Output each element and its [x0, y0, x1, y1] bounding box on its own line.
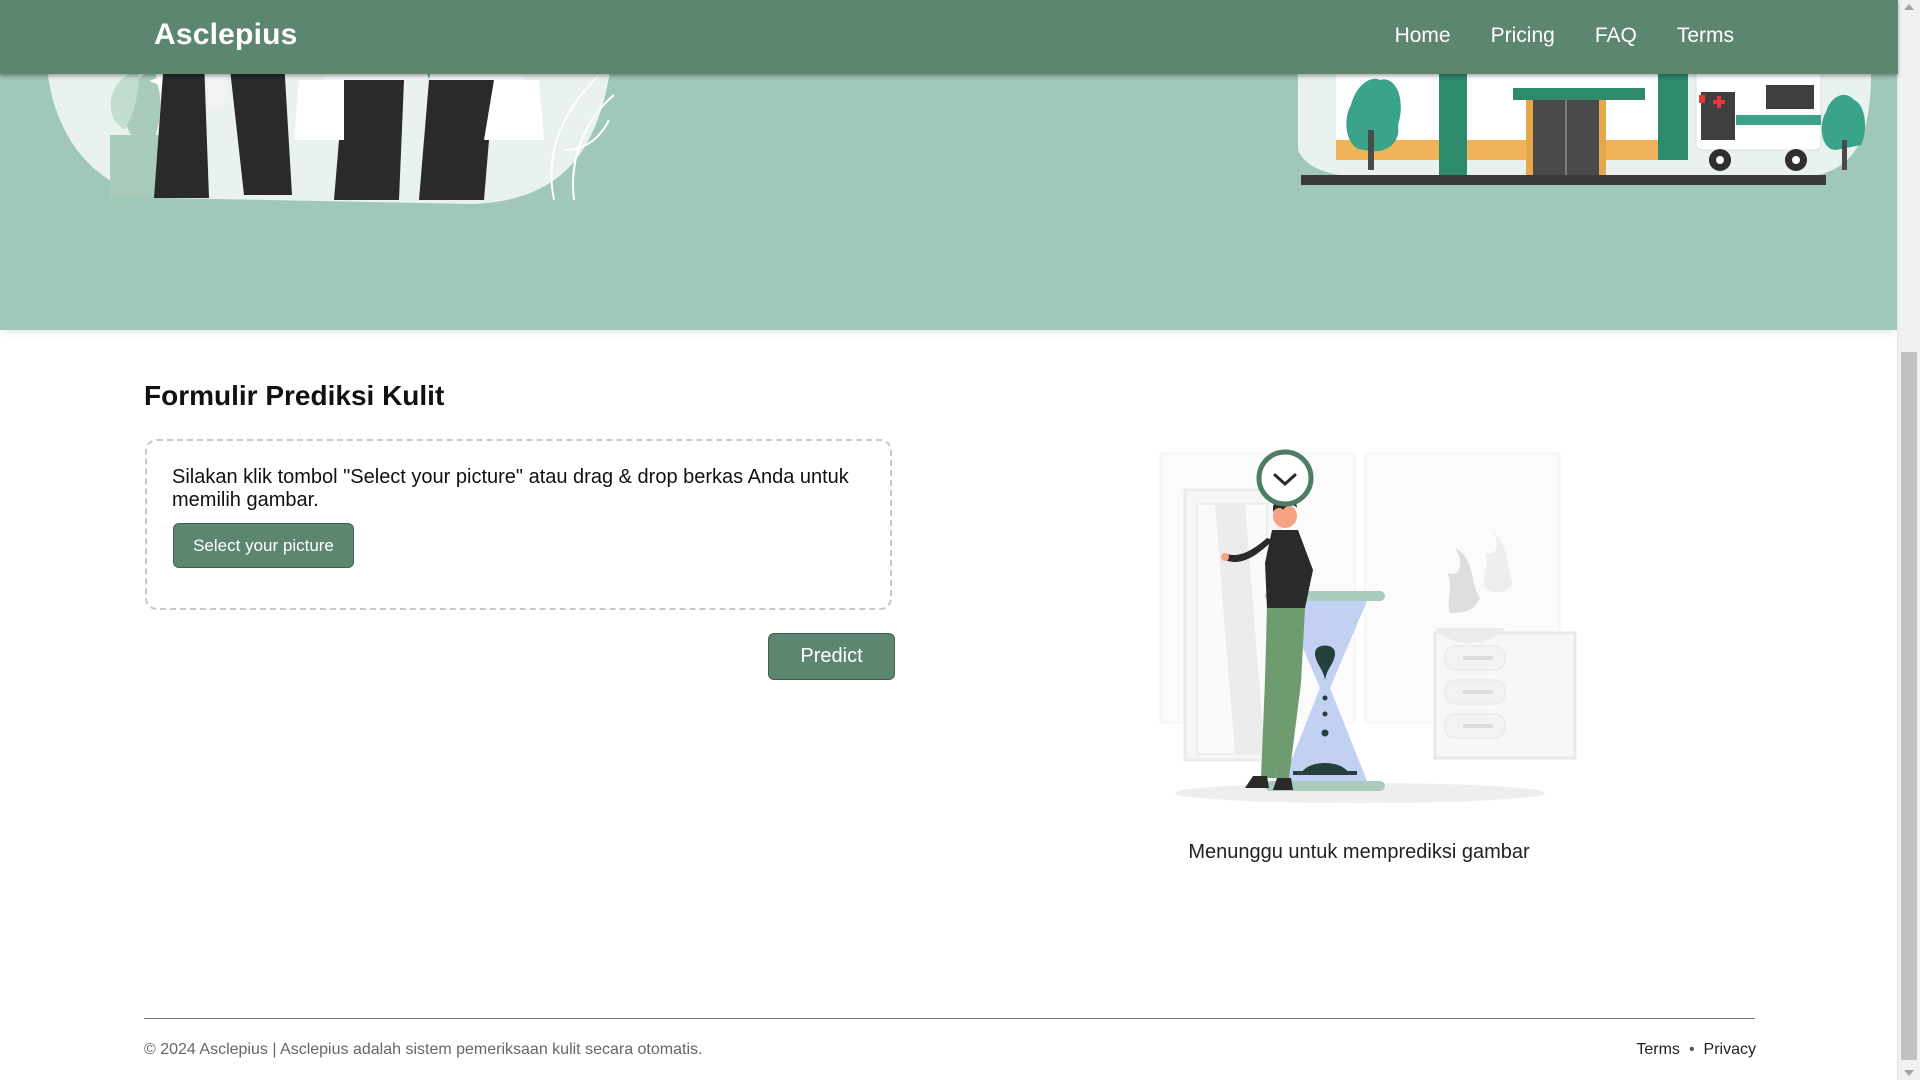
scrollbar[interactable] [1897, 0, 1920, 1080]
footer-copyright: © 2024 Asclepius | Asclepius adalah sist… [144, 1041, 703, 1058]
prediction-status: Menunggu untuk memprediksi gambar [1188, 841, 1530, 863]
select-picture-button[interactable]: Select your picture [173, 523, 354, 568]
footer-links: Terms • Privacy [1636, 1041, 1756, 1059]
predict-button[interactable]: Predict [768, 633, 895, 680]
nav-link-home[interactable]: Home [1395, 24, 1451, 48]
nav-link-pricing[interactable]: Pricing [1491, 24, 1555, 48]
footer-link-terms[interactable]: Terms [1636, 1041, 1680, 1059]
waiting-hourglass-illustration [1159, 449, 1577, 803]
scroll-down-arrow-icon[interactable] [1904, 1070, 1914, 1076]
navbar: Asclepius Home Pricing FAQ Terms [0, 0, 1898, 74]
footer-separator: • [1688, 1041, 1695, 1058]
nav-link-faq[interactable]: FAQ [1595, 24, 1637, 48]
footer-divider [144, 1018, 1755, 1019]
nav-links: Home Pricing FAQ Terms [1355, 24, 1734, 48]
form-title: Formulir Prediksi Kulit [144, 380, 445, 411]
file-dropzone[interactable]: Silakan klik tombol "Select your picture… [145, 439, 892, 610]
scrollbar-thumb[interactable] [1901, 352, 1917, 1060]
footer-link-privacy[interactable]: Privacy [1704, 1041, 1756, 1059]
nav-link-terms[interactable]: Terms [1677, 24, 1734, 48]
brand-logo[interactable]: Asclepius [154, 18, 298, 52]
dropzone-instruction: Silakan klik tombol "Select your picture… [172, 466, 849, 511]
scroll-up-arrow-icon[interactable] [1904, 4, 1914, 10]
